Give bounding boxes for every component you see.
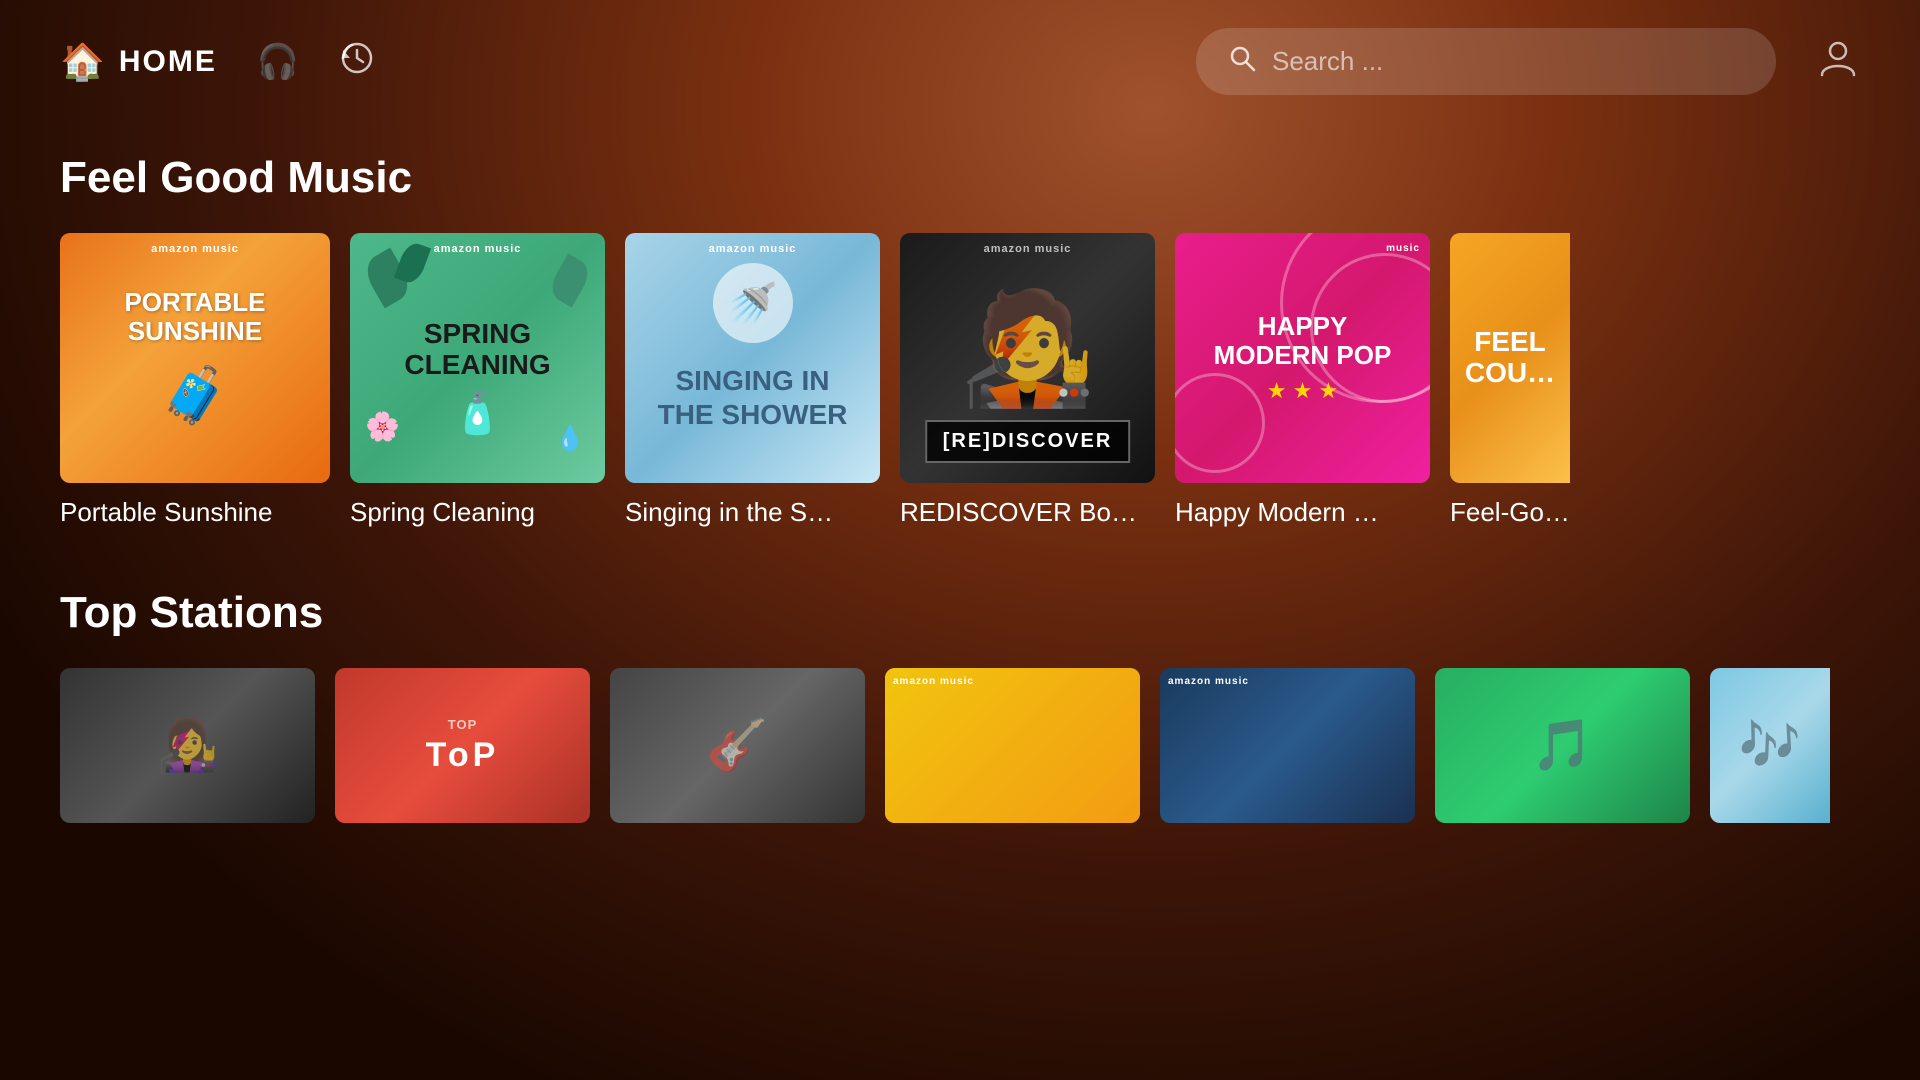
amazon-logo-blue: amazon music: [1168, 676, 1249, 687]
dark-portrait-icon: 🎸: [706, 716, 768, 775]
card-label-singing-shower: Singing in the S…: [625, 497, 880, 528]
station-top-text: ToP: [426, 736, 500, 775]
card-portable-sunshine[interactable]: amazon music PORTABLESUNSHINE 🧳 Portable…: [60, 233, 330, 528]
portable-sunshine-text: PORTABLESUNSHINE: [124, 288, 265, 345]
station-card-green[interactable]: 🎵: [1435, 668, 1690, 823]
spring-cleaning-text: SPRINGCLEANING: [404, 319, 550, 381]
card-feel-good-country[interactable]: FEELCOU… Feel-Go…: [1450, 233, 1570, 528]
rediscover-badge-text: [RE]DISCOVER: [925, 420, 1131, 463]
spray-bottle-icon: 🧴: [453, 390, 503, 437]
headphones-icon[interactable]: 🎧: [257, 42, 299, 82]
station-card-bw[interactable]: 👩‍🎤: [60, 668, 315, 823]
green-card-icon: 🎵: [1531, 716, 1593, 775]
shower-head-icon: 🚿: [713, 263, 793, 343]
nav-left: 🏠 HOME 🎧: [60, 40, 375, 84]
station-card-amazon-blue[interactable]: amazon music: [1160, 668, 1415, 823]
search-container: [1196, 28, 1860, 95]
badge-rediscover: amazon music: [984, 243, 1072, 255]
search-bar[interactable]: [1196, 28, 1776, 95]
amazon-logo-yellow: amazon music: [893, 676, 974, 687]
home-nav-item[interactable]: 🏠 HOME: [60, 41, 217, 83]
search-input[interactable]: [1272, 46, 1744, 77]
card-label-feel-good: Feel-Go…: [1450, 497, 1570, 528]
yellow-card-bg: amazon music: [885, 668, 1140, 823]
header: 🏠 HOME 🎧: [0, 0, 1920, 123]
main-content: Feel Good Music amazon music PORTABLESUN…: [0, 123, 1920, 823]
badge-portable-sunshine: amazon music: [151, 243, 239, 255]
history-icon[interactable]: [339, 40, 375, 84]
bw-portrait-icon: 👩‍🎤: [156, 716, 218, 775]
card-label-rediscover: REDISCOVER Bo…: [900, 497, 1155, 528]
feel-good-country-text: FEELCOU…: [1465, 327, 1555, 389]
top-stations-section: Top Stations 👩‍🎤 TOP ToP 🎸 amazon music: [60, 588, 1860, 823]
singing-shower-text: SINGING INTHE SHOWER: [658, 364, 848, 431]
station-card-top[interactable]: TOP ToP: [335, 668, 590, 823]
feel-good-music-section: Feel Good Music amazon music PORTABLESUN…: [60, 153, 1860, 528]
happy-modern-pop-text: HAPPYMODERN POP: [1214, 312, 1392, 369]
card-singing-shower[interactable]: amazon music 🚿 SINGING INTHE SHOWER Sing…: [625, 233, 880, 528]
pop-stars: ★ ★ ★: [1267, 378, 1338, 404]
suitcase-icon: 🧳: [161, 363, 229, 428]
feel-good-music-cards: amazon music PORTABLESUNSHINE 🧳 Portable…: [60, 233, 1860, 528]
flower-icon: 🌸: [365, 410, 400, 443]
shower-text-wrap: SINGING INTHE SHOWER: [658, 364, 848, 431]
search-icon: [1228, 44, 1256, 79]
card-label-happy-modern-pop: Happy Modern …: [1175, 497, 1430, 528]
profile-icon[interactable]: [1816, 35, 1860, 89]
badge-singing-shower: amazon music: [709, 243, 797, 255]
station-card-dark[interactable]: 🎸: [610, 668, 865, 823]
station-card-light-blue[interactable]: 🎶: [1710, 668, 1830, 823]
station-card-yellow[interactable]: amazon music: [885, 668, 1140, 823]
person-silhouette: 🧑‍🎤: [959, 284, 1096, 413]
spray-icon: 💧: [555, 424, 585, 453]
top-stations-title: Top Stations: [60, 588, 1860, 638]
home-label: HOME: [119, 45, 217, 79]
card-spring-cleaning[interactable]: amazon music 🌸 💧 SPRINGCLEANING 🧴 Spring…: [350, 233, 605, 528]
badge-spring-cleaning: amazon music: [434, 243, 522, 255]
card-label-portable-sunshine: Portable Sunshine: [60, 497, 330, 528]
light-blue-icon: 🎶: [1739, 716, 1801, 775]
station-top-sublabel: TOP: [448, 717, 478, 732]
feel-good-music-title: Feel Good Music: [60, 153, 1860, 203]
leaf-3: [546, 254, 594, 308]
home-icon: 🏠: [60, 41, 105, 83]
top-stations-cards: 👩‍🎤 TOP ToP 🎸 amazon music amazon music: [60, 668, 1860, 823]
leaf-2: [394, 240, 431, 286]
card-label-spring-cleaning: Spring Cleaning: [350, 497, 605, 528]
card-happy-modern-pop[interactable]: music HAPPYMODERN POP ★ ★ ★ Happy Modern…: [1175, 233, 1430, 528]
card-rediscover[interactable]: amazon music 🧑‍🎤 [RE]DISCOVER REDISCOVER…: [900, 233, 1155, 528]
